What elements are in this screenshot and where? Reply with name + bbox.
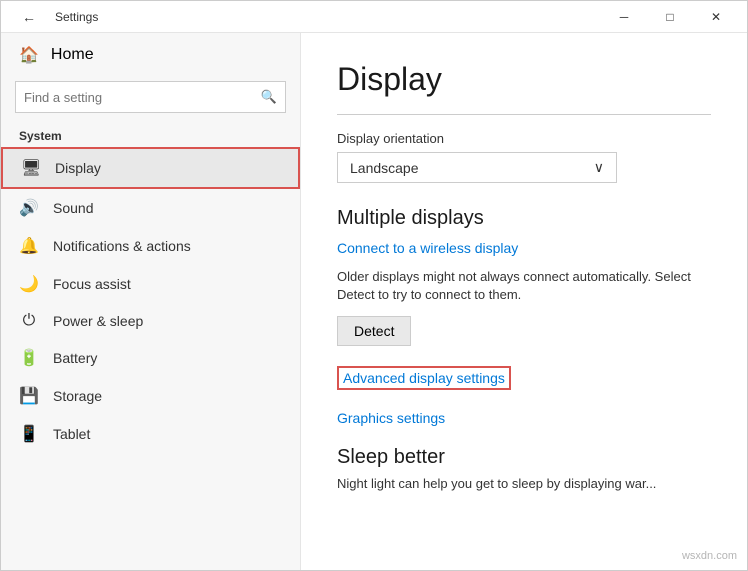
connect-wireless-link[interactable]: Connect to a wireless display <box>337 240 518 256</box>
watermark: wsxdn.com <box>682 550 737 562</box>
sidebar-item-notifications-label: Notifications & actions <box>53 238 191 254</box>
sidebar-item-notifications[interactable]: 🔔 Notifications & actions <box>1 227 300 265</box>
sidebar-section-label: System <box>1 123 300 147</box>
sidebar-item-sound-label: Sound <box>53 200 93 216</box>
description-text: Older displays might not always connect … <box>337 268 711 304</box>
sidebar-item-battery-label: Battery <box>53 350 97 366</box>
sound-icon: 🔊 <box>19 198 39 218</box>
power-icon: ⏻ <box>19 312 39 330</box>
focus-icon: 🌙 <box>19 274 39 294</box>
sidebar-item-power[interactable]: ⏻ Power & sleep <box>1 303 300 339</box>
search-icon: 🔍 <box>261 89 277 105</box>
maximize-button[interactable]: □ <box>647 1 693 33</box>
sleep-desc: Night light can help you get to sleep by… <box>337 475 711 493</box>
sidebar-item-display-label: Display <box>55 160 101 176</box>
home-icon: 🏠 <box>19 45 39 65</box>
sidebar-item-focus-label: Focus assist <box>53 276 131 292</box>
titlebar-title: Settings <box>55 10 601 24</box>
chevron-down-icon: ∨ <box>594 159 604 176</box>
minimize-button[interactable]: ─ <box>601 1 647 33</box>
content-area: Display Display orientation Landscape ∨ … <box>301 33 747 570</box>
orientation-label: Display orientation <box>337 131 711 146</box>
detect-button[interactable]: Detect <box>337 316 411 346</box>
titlebar: ← Settings ─ □ ✕ <box>1 1 747 33</box>
close-button[interactable]: ✕ <box>693 1 739 33</box>
sidebar-item-sound[interactable]: 🔊 Sound <box>1 189 300 227</box>
divider <box>337 114 711 115</box>
sidebar-item-power-label: Power & sleep <box>53 313 143 329</box>
battery-icon: 🔋 <box>19 348 39 368</box>
tablet-icon: 📱 <box>19 424 39 444</box>
window-controls: ─ □ ✕ <box>601 1 739 33</box>
multiple-displays-title: Multiple displays <box>337 207 711 230</box>
sidebar-item-storage-label: Storage <box>53 388 102 404</box>
page-title: Display <box>337 61 711 98</box>
notifications-icon: 🔔 <box>19 236 39 256</box>
sleep-title: Sleep better <box>337 446 711 469</box>
orientation-value: Landscape <box>350 160 419 176</box>
main-area: 🏠 Home 🔍 System 🖥 Display 🔊 Sound 🔔 Noti… <box>1 33 747 570</box>
graphics-settings-link[interactable]: Graphics settings <box>337 410 445 426</box>
sidebar-item-home[interactable]: 🏠 Home <box>1 33 300 77</box>
settings-window: ← Settings ─ □ ✕ 🏠 Home 🔍 System 🖥 Displ… <box>0 0 748 571</box>
sidebar-item-storage[interactable]: 💾 Storage <box>1 377 300 415</box>
back-button[interactable]: ← <box>9 1 49 33</box>
advanced-display-settings-link[interactable]: Advanced display settings <box>337 366 511 390</box>
back-icon: ← <box>22 9 36 25</box>
sidebar-item-display[interactable]: 🖥 Display <box>1 147 300 189</box>
sidebar-item-focus[interactable]: 🌙 Focus assist <box>1 265 300 303</box>
sidebar-item-tablet[interactable]: 📱 Tablet <box>1 415 300 453</box>
sidebar: 🏠 Home 🔍 System 🖥 Display 🔊 Sound 🔔 Noti… <box>1 33 301 570</box>
storage-icon: 💾 <box>19 386 39 406</box>
sidebar-item-tablet-label: Tablet <box>53 426 90 442</box>
sidebar-search-container: 🔍 <box>15 81 286 113</box>
search-input[interactable] <box>24 90 261 105</box>
orientation-dropdown[interactable]: Landscape ∨ <box>337 152 617 183</box>
sidebar-home-label: Home <box>51 46 94 64</box>
sidebar-item-battery[interactable]: 🔋 Battery <box>1 339 300 377</box>
display-icon: 🖥 <box>21 158 41 178</box>
